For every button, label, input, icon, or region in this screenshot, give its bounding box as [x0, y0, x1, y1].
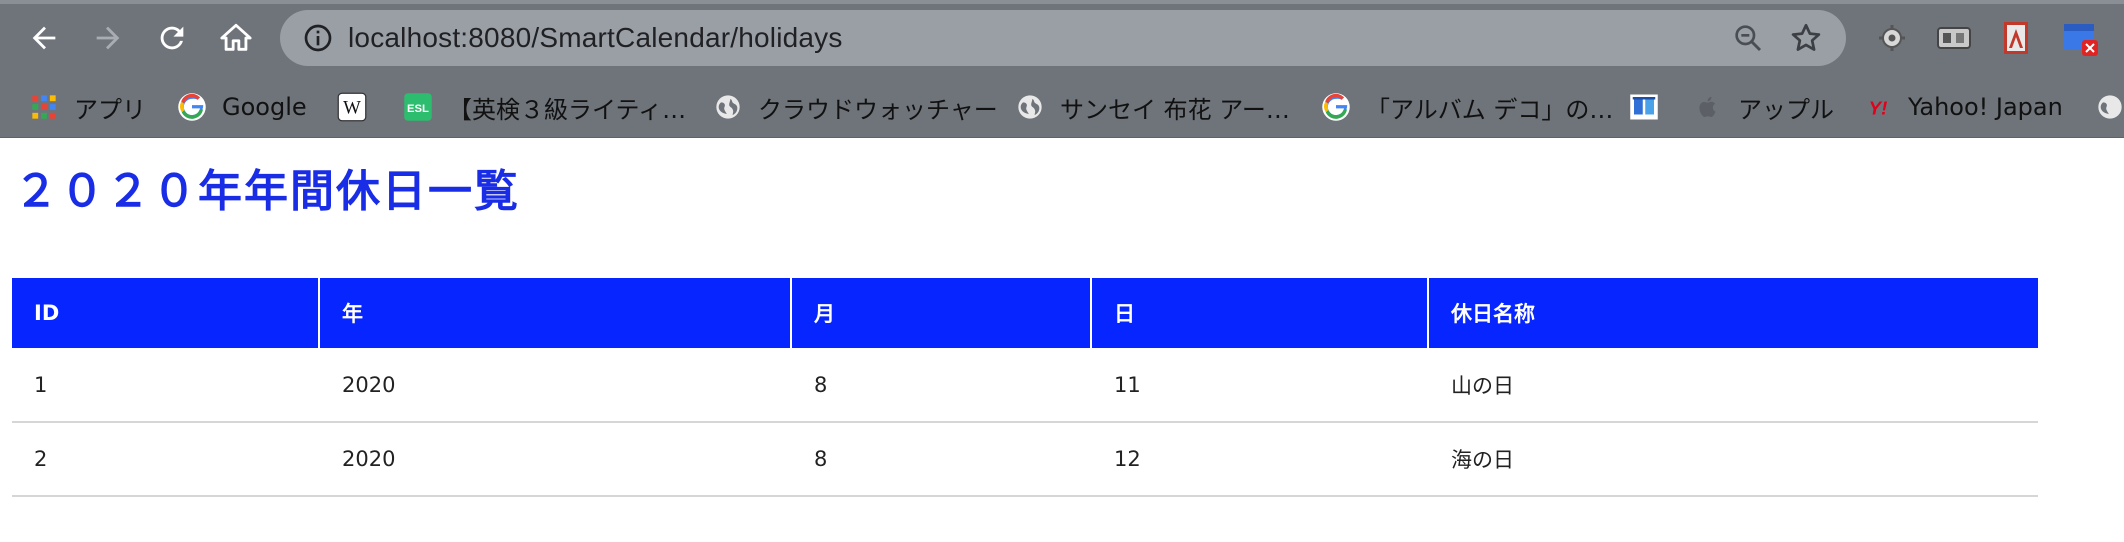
apple-icon — [1692, 91, 1724, 123]
cell-holiday-name: 山の日 — [1428, 348, 2038, 423]
bookmarks-bar: アプリ Google W ESL 【英検３級ライティ… クラウドウォッチャー サ… — [0, 76, 2124, 138]
table-row: 1 2020 8 11 山の日 — [12, 348, 2038, 423]
cell-month: 8 — [791, 422, 1092, 497]
google-icon — [176, 91, 208, 123]
reload-icon — [160, 26, 184, 50]
cell-id: 2 — [12, 422, 320, 497]
gear-extension-icon[interactable] — [1872, 18, 1912, 58]
bookmark-label: サンセイ 布花 アー… — [1060, 95, 1290, 124]
bookmark-apple[interactable]: アップル — [1692, 76, 1834, 138]
cell-day: 11 — [1091, 348, 1429, 423]
svg-text:Y!: Y! — [1869, 98, 1888, 119]
bookmark-yahoo[interactable]: Y! Yahoo! Japan — [1862, 76, 2063, 138]
bookmark-cloudwatcher[interactable]: クラウドウォッチャー — [712, 76, 998, 138]
column-header-day: 日 — [1091, 278, 1429, 348]
globe-icon — [2094, 91, 2124, 123]
bookmark-book[interactable] — [1628, 76, 1674, 138]
star-icon[interactable] — [1788, 20, 1824, 56]
wikipedia-icon: W — [336, 91, 368, 123]
bookmark-sansei[interactable]: サンセイ 布花 アー… — [1014, 76, 1290, 138]
yahoo-icon: Y! — [1862, 91, 1894, 123]
bookmark-google[interactable]: Google — [176, 76, 307, 138]
reload-button[interactable] — [148, 14, 196, 62]
back-arrow-icon — [32, 26, 56, 50]
zoom-out-icon[interactable] — [1732, 22, 1764, 54]
cell-id: 1 — [12, 348, 320, 423]
holidays-table: ID 年 月 日 休日名称 1 2020 8 11 山の日 2 2020 8 1… — [12, 278, 2038, 497]
bookmark-apps[interactable]: アプリ — [28, 76, 146, 138]
bookmark-label: アップル — [1738, 95, 1834, 124]
column-header-year: 年 — [319, 278, 792, 348]
apps-grid-icon — [28, 91, 60, 123]
forward-button[interactable] — [84, 14, 132, 62]
cell-month: 8 — [791, 348, 1092, 423]
window-top-edge — [0, 0, 2124, 4]
bookmark-overflow[interactable] — [2094, 76, 2124, 138]
info-icon[interactable] — [302, 22, 334, 54]
window-extension-icon[interactable] — [2060, 18, 2100, 58]
home-icon — [220, 23, 252, 51]
bookmark-eiken[interactable]: ESL 【英検３級ライティ… — [402, 76, 686, 138]
column-header-month: 月 — [791, 278, 1092, 348]
cell-year: 2020 — [319, 348, 792, 423]
book-icon — [1628, 91, 1660, 123]
cell-holiday-name: 海の日 — [1428, 422, 2038, 497]
globe-icon — [1014, 91, 1046, 123]
url-text[interactable]: localhost:8080/SmartCalendar/holidays — [348, 10, 843, 66]
globe-icon — [712, 91, 744, 123]
back-button[interactable] — [20, 14, 68, 62]
bookmark-album-deco[interactable]: 「アルバム デコ」の… — [1320, 76, 1613, 138]
bookmark-label: 【英検３級ライティ… — [448, 95, 687, 124]
bookmark-label: クラウドウォッチャー — [758, 95, 998, 124]
bookmark-label: Google — [222, 93, 307, 121]
page-title: ２０２０年年間休日一覧 — [14, 166, 520, 217]
cell-year: 2020 — [319, 422, 792, 497]
address-bar[interactable]: localhost:8080/SmartCalendar/holidays — [280, 10, 1846, 66]
table-header-row: ID 年 月 日 休日名称 — [12, 278, 2038, 348]
forward-arrow-icon — [96, 26, 120, 50]
bookmark-label: Yahoo! Japan — [1908, 93, 2063, 121]
browser-toolbar: localhost:8080/SmartCalendar/holidays — [0, 0, 2124, 76]
google-icon — [1320, 91, 1352, 123]
home-button[interactable] — [212, 14, 260, 62]
bookmark-label: 「アルバム デコ」の… — [1366, 95, 1614, 124]
bookmark-wikipedia[interactable]: W — [336, 76, 382, 138]
puzzle-extension-icon[interactable] — [1934, 18, 1974, 58]
table-row: 2 2020 8 12 海の日 — [12, 422, 2038, 497]
svg-text:W: W — [343, 97, 361, 118]
acrobat-extension-icon[interactable] — [1996, 18, 2036, 58]
cell-day: 12 — [1091, 422, 1429, 497]
svg-text:ESL: ESL — [407, 103, 429, 115]
page-content: ２０２０年年間休日一覧 ID 年 月 日 休日名称 1 2020 8 11 山の… — [0, 139, 2124, 542]
column-header-id: ID — [12, 278, 320, 348]
column-header-holiday-name: 休日名称 — [1428, 278, 2038, 348]
esl-icon: ESL — [402, 91, 434, 123]
bookmark-label: アプリ — [74, 95, 146, 124]
